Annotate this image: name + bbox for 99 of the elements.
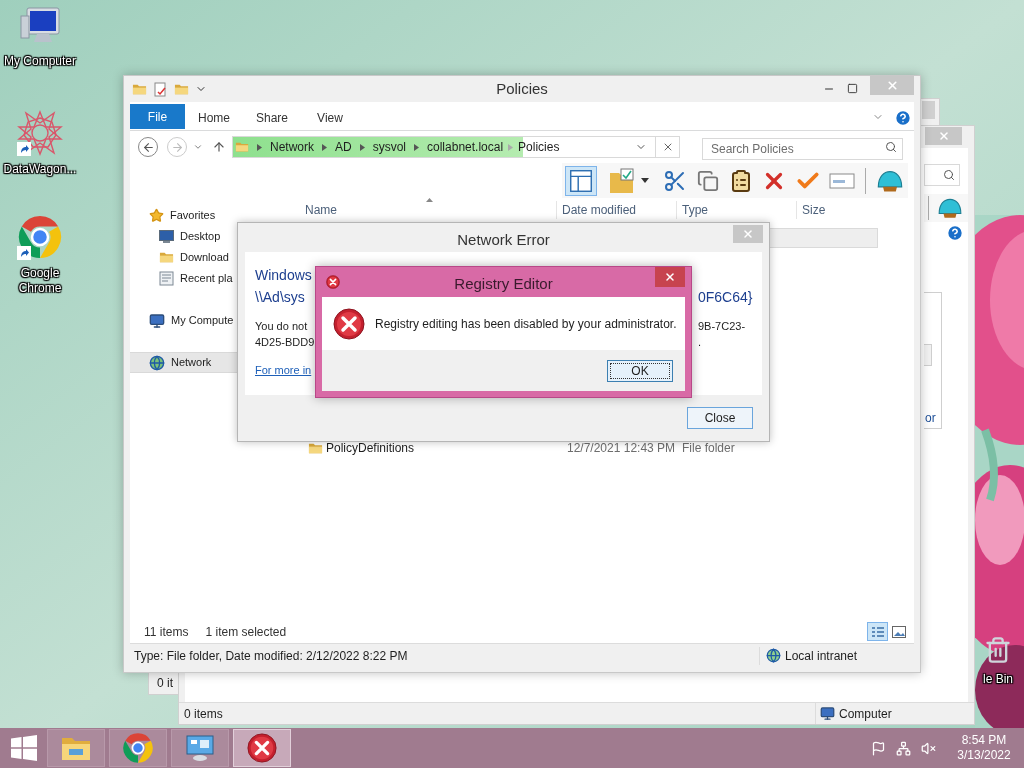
flag-icon[interactable]	[871, 740, 886, 756]
address-bar[interactable]: Network AD sysvol collabnet.local Policies	[232, 136, 680, 158]
crumb-arrow-icon[interactable]	[257, 143, 262, 151]
details-view-icon	[870, 625, 885, 638]
crumb-arrow-icon[interactable]	[359, 143, 365, 151]
start-icon[interactable]	[11, 735, 37, 761]
search-field[interactable]	[924, 164, 960, 186]
file-row[interactable]: PolicyDefinitions 12/7/2021 12:43 PM File folder	[295, 438, 878, 458]
forward-arrow-icon	[170, 140, 184, 154]
location-text: Computer	[839, 705, 892, 723]
computer-icon	[149, 312, 165, 329]
error-icon	[247, 733, 277, 763]
window-title: Policies	[495, 78, 549, 99]
ribbon-tab[interactable]: Home	[185, 105, 243, 130]
crumb-arrow-icon[interactable]	[414, 143, 420, 151]
close-icon	[885, 79, 899, 92]
caret-icon[interactable]	[641, 178, 649, 183]
control-panel-icon	[185, 734, 215, 762]
scroll-thumb[interactable]	[924, 344, 932, 366]
desktop-icon-label[interactable]: le Bin	[983, 670, 1013, 688]
network-icon[interactable]	[896, 740, 911, 756]
file-menu[interactable]: File	[130, 104, 185, 129]
breadcrumb[interactable]: Network	[270, 138, 314, 156]
preview-pane-icon[interactable]	[565, 165, 597, 196]
crumb-arrow-icon[interactable]	[322, 143, 327, 151]
error-heading: 0F6C64}	[698, 287, 754, 307]
column-header[interactable]: Size	[796, 201, 876, 219]
search-icon	[943, 169, 955, 181]
close-icon	[664, 271, 676, 283]
star-icon	[149, 208, 164, 223]
breadcrumb[interactable]: AD	[335, 138, 352, 156]
star-pattern-icon[interactable]	[17, 110, 63, 156]
ok-button[interactable]: OK	[607, 359, 673, 382]
folder-icon	[235, 140, 249, 154]
recent-places-icon	[159, 271, 174, 286]
taskbar-button[interactable]	[171, 729, 229, 767]
error-text: You do not	[255, 318, 308, 334]
close-icon	[937, 130, 950, 142]
scissors-icon[interactable]	[663, 168, 687, 193]
clock-time: 8:54 PM	[961, 733, 1007, 748]
dialog-title: Registry Editor	[453, 274, 554, 294]
copy-icon[interactable]	[697, 169, 719, 192]
selection-count: 1 item selected	[205, 623, 287, 641]
panel-text: or	[924, 412, 937, 427]
close-icon	[742, 228, 754, 240]
intranet-globe-icon	[766, 648, 781, 663]
column-header[interactable]: Type	[676, 201, 796, 219]
desktop-icon	[159, 230, 174, 243]
download-folder-icon	[159, 250, 174, 265]
nav-item[interactable]: Favorites	[130, 205, 293, 226]
rename-icon[interactable]	[829, 171, 855, 190]
search-field[interactable]: Search Policies	[702, 138, 903, 160]
type-cell-text: File folder	[681, 440, 736, 457]
ribbon-tab[interactable]: View	[301, 105, 359, 130]
breadcrumb[interactable]: sysvol	[372, 138, 407, 156]
network-icon	[149, 354, 165, 371]
properties-icon[interactable]	[153, 81, 168, 97]
title-error-icon	[326, 275, 340, 289]
back-arrow-icon	[141, 140, 155, 154]
details-view-button[interactable]	[867, 622, 888, 641]
close-button[interactable]: Close	[687, 407, 753, 429]
taskbar-button[interactable]	[109, 729, 167, 767]
clock[interactable]: 8:54 PM 3/13/2022	[944, 733, 1024, 763]
error-heading: Windows	[255, 265, 312, 285]
error-heading: \\Ad\sys	[255, 287, 305, 307]
column-header[interactable]: Name	[295, 201, 556, 219]
status-details: Type: File folder, Date modified: 2/12/2022 8:22 PM	[130, 646, 760, 665]
breadcrumb[interactable]: Policies	[518, 138, 560, 156]
ribbon-tab[interactable]: Share	[243, 105, 301, 130]
close-button[interactable]	[655, 267, 685, 287]
clipboard-icon[interactable]	[729, 168, 753, 193]
help-icon[interactable]	[946, 224, 964, 242]
search-icon	[885, 141, 897, 153]
date-cell-text: 12/7/2021 12:43 PM	[566, 440, 677, 457]
taskbar-button[interactable]	[233, 729, 291, 767]
browser-icon[interactable]	[17, 214, 63, 260]
muted-speaker-icon[interactable]	[921, 740, 936, 756]
error-text: 4D25-BDD9	[255, 334, 315, 350]
error-text: 9B-7C23-	[698, 318, 747, 334]
error-text: .	[698, 334, 703, 350]
security-zone: Local intranet	[785, 647, 858, 665]
clock-date: 3/13/2022	[957, 748, 1011, 763]
sort-arrow-icon	[426, 198, 433, 202]
error-message: Registry editing has been disabled by your administrator.	[375, 315, 677, 333]
computer-icon	[820, 706, 835, 721]
maximize-icon[interactable]	[847, 83, 858, 94]
status-text: 0 items	[183, 705, 224, 723]
picture-view-icon	[891, 625, 906, 638]
item-count: 11 items	[144, 623, 189, 641]
status-text: 0 it	[157, 675, 173, 692]
browser-icon[interactable]	[121, 731, 155, 765]
recent-locations-icon[interactable]	[193, 142, 203, 152]
file-name: PolicyDefinitions	[326, 440, 415, 457]
column-header[interactable]: Date modified	[556, 201, 676, 219]
help-icon[interactable]	[894, 109, 912, 127]
error-icon	[333, 307, 365, 340]
breadcrumb[interactable]: collabnet.local	[427, 138, 504, 156]
folder-check-icon[interactable]	[607, 166, 637, 195]
dialog-title: Network Error	[457, 230, 550, 250]
